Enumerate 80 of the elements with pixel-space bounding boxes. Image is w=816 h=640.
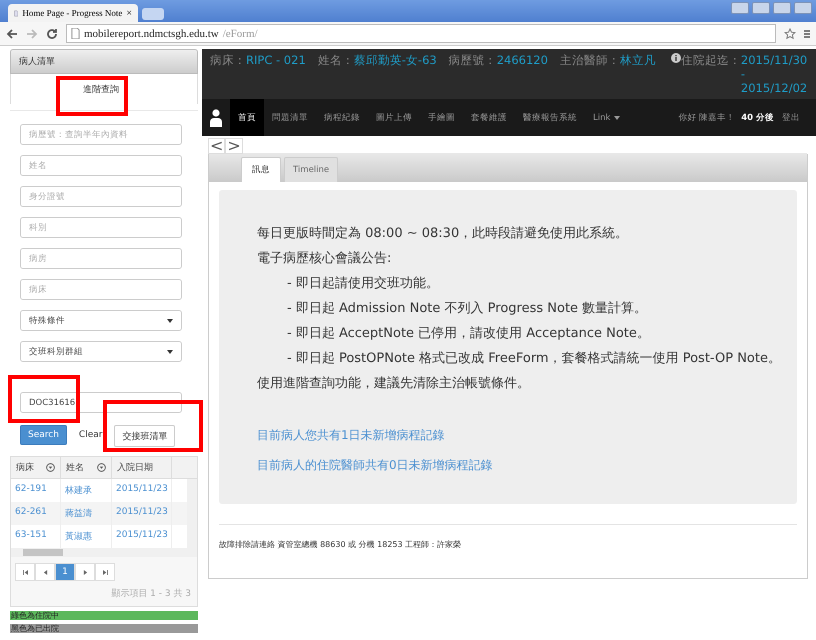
input-field[interactable]: 科別 bbox=[20, 217, 182, 238]
notice-item: - 即日起 PostOPNote 格式已改成 FreeForm，套餐格式請統一使用 Post-OP Note。 bbox=[286, 351, 781, 366]
search-button[interactable]: Search bbox=[20, 425, 67, 445]
nav-link[interactable]: 手繪圖 bbox=[420, 99, 463, 136]
field-value: 2015/11/30 - 2015/12/02 bbox=[740, 53, 808, 95]
field-label: 病床： bbox=[210, 53, 246, 67]
select-field[interactable]: 特殊條件 bbox=[20, 310, 182, 331]
menu-icon[interactable] bbox=[804, 28, 810, 40]
previous-page-button[interactable] bbox=[35, 563, 55, 581]
field-value: RIPC - 021 bbox=[246, 53, 306, 67]
star-icon[interactable] bbox=[784, 28, 796, 40]
list-button[interactable]: 交接班清單 bbox=[114, 425, 176, 447]
reload-icon[interactable] bbox=[46, 28, 58, 40]
caret-icon bbox=[167, 350, 173, 354]
field-value: 林立凡 bbox=[620, 53, 656, 67]
legend-bar: 黑色為已出院 bbox=[10, 624, 198, 633]
page-button[interactable]: 1 bbox=[55, 563, 75, 581]
field-value: 蔡邱勤英-女-63 bbox=[354, 53, 437, 67]
logout-link[interactable]: 登出 bbox=[774, 99, 808, 136]
previous-page-icon bbox=[42, 570, 48, 574]
next-page-button[interactable] bbox=[75, 563, 95, 581]
greeting-text: 你好 陳嘉丰！ bbox=[678, 112, 736, 124]
support-contact: 故障排除請連絡 資管室總機 88630 或 分機 18253 工程師：許家榮 bbox=[218, 539, 462, 551]
legend-bar: 綠色為住院中 bbox=[10, 611, 198, 620]
input-field[interactable]: 病房 bbox=[20, 248, 182, 269]
first-page-button[interactable] bbox=[15, 563, 35, 581]
previous-button[interactable]: < bbox=[208, 138, 226, 154]
close-tab-button[interactable]: × bbox=[126, 8, 132, 18]
nav-link[interactable]: 病程紀錄 bbox=[316, 99, 368, 136]
person-icon[interactable] bbox=[210, 108, 222, 126]
filter-icon[interactable] bbox=[46, 463, 55, 472]
nav-link[interactable]: Link bbox=[585, 99, 628, 136]
notice-item: - 即日起 AcceptNote 已停用，請改使用 Acceptance Note。 bbox=[286, 326, 651, 341]
column-header[interactable]: 病床 bbox=[11, 457, 61, 478]
field-label: 病歷號： bbox=[448, 53, 497, 67]
back-icon[interactable] bbox=[6, 28, 18, 40]
input-field[interactable]: 病床 bbox=[20, 279, 182, 300]
tab[interactable]: 訊息 bbox=[241, 157, 281, 182]
notice-text: 使用進階查詢功能，建議先清除主治帳號條件。 bbox=[257, 376, 531, 391]
first-page-icon bbox=[22, 570, 28, 574]
highlight-box bbox=[8, 375, 80, 423]
notice-item: - 即日起 Admission Note 不列入 Progress Note 數量計算。 bbox=[286, 301, 648, 316]
notice-text: 電子病歷核心會議公告: bbox=[257, 251, 392, 266]
session-timer: 40 分後 bbox=[741, 112, 774, 124]
field-value: 2466120 bbox=[496, 53, 548, 67]
browser-tab[interactable]: Home Page - Progress Note × bbox=[8, 4, 138, 22]
last-page-button[interactable] bbox=[95, 563, 115, 581]
column-header[interactable]: 姓名 bbox=[61, 457, 112, 478]
field-label: 主治醫師： bbox=[560, 53, 620, 67]
horizontal-scrollbar[interactable] bbox=[11, 548, 197, 557]
field-label: 姓名： bbox=[318, 53, 354, 67]
select-field[interactable]: 交班科別群組 bbox=[20, 341, 182, 362]
nav-link[interactable]: 首頁 bbox=[230, 99, 264, 136]
next-page-icon bbox=[82, 570, 88, 574]
advanced-search-button[interactable]: 進階查詢 bbox=[83, 83, 119, 96]
notice-item: - 即日起請使用交班功能。 bbox=[286, 276, 440, 291]
info-icon[interactable] bbox=[670, 53, 681, 63]
nav-link[interactable]: 醫療報告系統 bbox=[515, 99, 585, 136]
tab-title: Home Page - Progress Note bbox=[22, 8, 122, 18]
new-tab-button[interactable] bbox=[142, 8, 164, 20]
nav-link[interactable]: 套餐維護 bbox=[463, 99, 515, 136]
vertical-scrollbar[interactable] bbox=[187, 479, 197, 548]
input-field[interactable]: 病歷號：查詢半年內資料 bbox=[20, 124, 182, 145]
tab[interactable]: Timeline bbox=[284, 157, 338, 182]
address-field[interactable]: mobilereport.ndmctsgh.edu.tw /eForm/ bbox=[66, 24, 776, 43]
nav-link[interactable]: 圖片上傳 bbox=[368, 99, 420, 136]
highlight-box bbox=[56, 76, 128, 116]
last-page-icon bbox=[102, 570, 108, 574]
column-header[interactable]: 入院日期 bbox=[112, 457, 172, 478]
next-button[interactable]: > bbox=[225, 138, 243, 154]
page-icon bbox=[14, 8, 18, 18]
page-icon bbox=[71, 28, 80, 39]
input-field[interactable]: 身分證號 bbox=[20, 186, 182, 207]
field-label: 住院起迄： bbox=[680, 53, 741, 67]
filter-icon[interactable] bbox=[97, 463, 106, 472]
notice-text: 每日更版時間定為 08:00 ~ 08:30，此時段請避免使用此系統。 bbox=[257, 226, 630, 241]
caret-icon bbox=[167, 318, 173, 322]
nav-link[interactable]: 問題清單 bbox=[264, 99, 316, 136]
input-field[interactable]: 姓名 bbox=[20, 155, 182, 176]
panel-header: 病人清單 bbox=[10, 49, 198, 74]
